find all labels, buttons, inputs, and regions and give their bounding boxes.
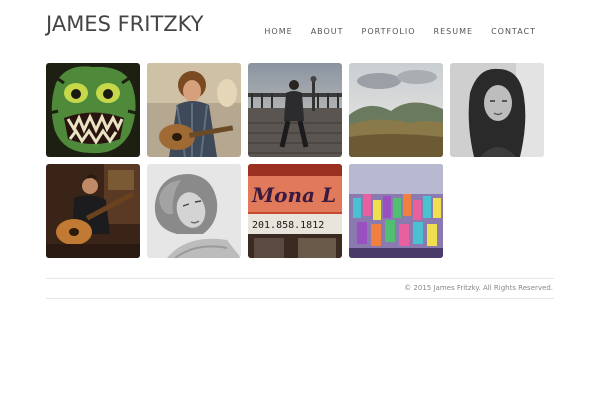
site-title[interactable]: JAMES FRITZKY [46, 12, 204, 36]
gallery-tile-stage[interactable] [349, 164, 443, 258]
main-nav: HOME ABOUT PORTFOLIO RESUME CONTACT [264, 27, 536, 36]
monster-illustration-image [46, 63, 140, 157]
guitar-man-image [147, 63, 241, 157]
nav-home[interactable]: HOME [264, 27, 292, 36]
stage-performance-image [349, 164, 443, 258]
storefront-phone-text: 201.858.1812 [252, 220, 324, 231]
gallery-tile-landscape[interactable] [349, 63, 443, 157]
gallery-tile-woman-bw[interactable] [147, 164, 241, 258]
landscape-image [349, 63, 443, 157]
nav-about[interactable]: ABOUT [311, 27, 344, 36]
woman-portrait-image [450, 63, 544, 157]
boardwalk-image [248, 63, 342, 157]
storefront-sign-text: Mona L [251, 183, 336, 207]
guitarist-image [46, 164, 140, 258]
footer-divider-top [46, 278, 554, 279]
gallery-tile-storefront[interactable]: Mona L 201.858.1812 [248, 164, 342, 258]
gallery-tile-boardwalk[interactable] [248, 63, 342, 157]
nav-contact[interactable]: CONTACT [491, 27, 536, 36]
nav-portfolio[interactable]: PORTFOLIO [362, 27, 416, 36]
storefront-image: Mona L 201.858.1812 [248, 164, 342, 258]
woman-bw-image [147, 164, 241, 258]
gallery-tile-guitarist[interactable] [46, 164, 140, 258]
photo-gallery: Mona L 201.858.1812 [46, 63, 544, 258]
gallery-tile-monster[interactable] [46, 63, 140, 157]
gallery-tile-guitar-man[interactable] [147, 63, 241, 157]
footer-divider-bottom [46, 298, 554, 299]
gallery-tile-woman-portrait[interactable] [450, 63, 544, 157]
nav-resume[interactable]: RESUME [434, 27, 474, 36]
footer-copyright: © 2015 James Fritzky. All Rights Reserve… [404, 284, 553, 292]
